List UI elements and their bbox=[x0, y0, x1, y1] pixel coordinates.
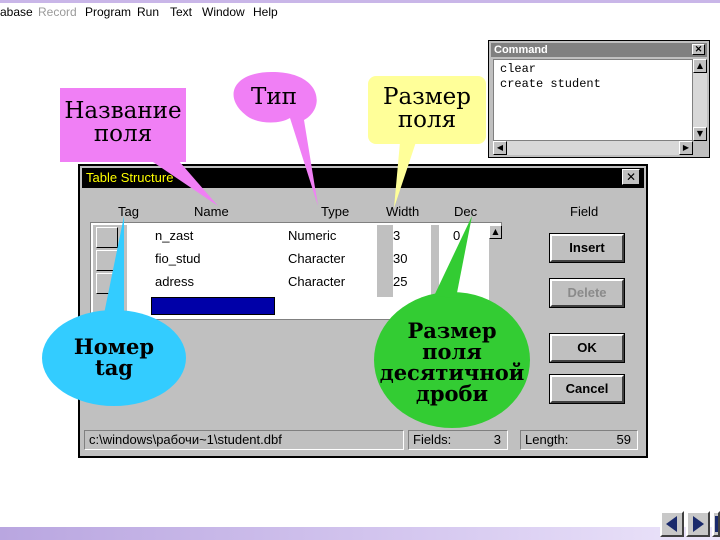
bottom-band bbox=[0, 527, 720, 540]
nav-last-button[interactable] bbox=[712, 511, 720, 537]
callout-dec-text: Размер поля десятичной дроби bbox=[374, 320, 530, 404]
nav-first-icon bbox=[666, 516, 677, 532]
nav-next-button[interactable] bbox=[686, 511, 710, 537]
callout-text-line: поля bbox=[93, 121, 153, 147]
callout-name-text: Название поля bbox=[60, 100, 186, 146]
nav-next-icon bbox=[693, 516, 704, 532]
callout-dec-pointer bbox=[434, 216, 472, 298]
callout-text-line: Размер bbox=[383, 84, 471, 110]
callout-tag-pointer bbox=[104, 216, 124, 314]
callout-text-line: дроби bbox=[415, 381, 489, 406]
callout-width-pointer bbox=[394, 142, 416, 208]
callout-width-text: Размер поля bbox=[368, 86, 486, 132]
callout-type-text: Тип bbox=[236, 86, 312, 109]
callout-text-line: десятичной bbox=[379, 360, 525, 385]
callout-text-line: поля bbox=[397, 107, 457, 133]
callout-text-line: Размер bbox=[407, 318, 497, 343]
callout-text-line: Название bbox=[64, 98, 182, 124]
callout-text-line: tag bbox=[95, 355, 133, 380]
callout-shapes bbox=[42, 72, 530, 428]
callout-text-line: Тип bbox=[251, 84, 297, 110]
nav-first-button[interactable] bbox=[660, 511, 684, 537]
callout-text-line: поля bbox=[422, 339, 482, 364]
callout-text-line: Номер bbox=[73, 334, 155, 359]
nav-last-icon bbox=[715, 516, 718, 532]
callout-name-pointer bbox=[150, 160, 218, 206]
callout-tag-text: Номер tag bbox=[50, 336, 178, 378]
